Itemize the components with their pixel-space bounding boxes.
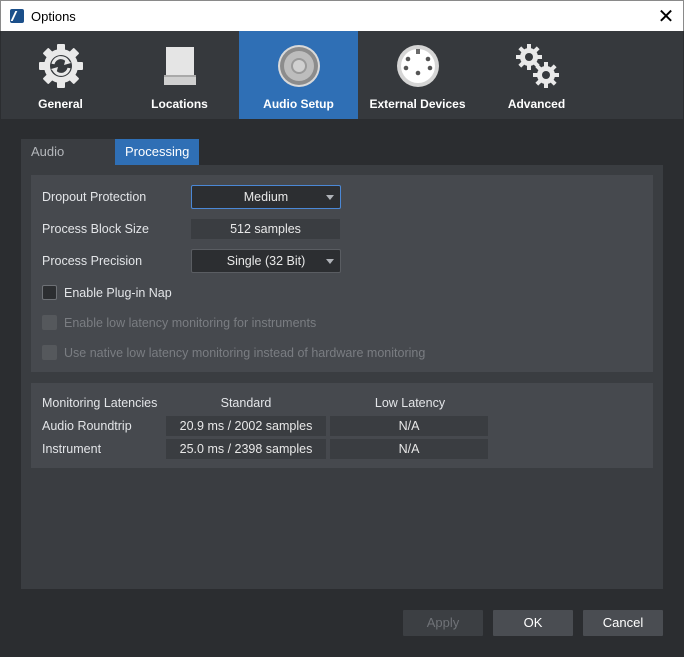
instrument-label: Instrument [42, 442, 102, 456]
chevron-down-icon [326, 195, 334, 200]
options-content: Audio Device Processing Dropout Protecti… [1, 119, 683, 656]
subtab-processing[interactable]: Processing [115, 139, 199, 165]
block-size-label: Process Block Size [42, 222, 149, 236]
low-latency-instruments-label: Enable low latency monitoring for instru… [64, 316, 317, 330]
low-latency-instruments-checkbox[interactable] [42, 315, 57, 330]
close-button[interactable]: ✕ [649, 1, 683, 31]
tab-external-devices-label: External Devices [369, 97, 466, 111]
audio-roundtrip-standard: 20.9 ms / 2002 samples [166, 416, 326, 436]
tab-audio-setup-label: Audio Setup [263, 97, 334, 111]
standard-column-header: Standard [220, 396, 272, 410]
title-bar: Options ✕ [0, 0, 684, 31]
gear-refresh-icon [38, 44, 83, 88]
app-logo-icon [10, 9, 24, 23]
low-latency-column-header: Low Latency [374, 396, 446, 410]
dropout-protection-dropdown[interactable]: Medium [191, 185, 341, 209]
tab-audio-setup[interactable]: Audio Setup [239, 31, 358, 119]
midi-connector-icon [396, 45, 439, 87]
tab-advanced[interactable]: Advanced [477, 31, 596, 119]
monitoring-latencies-section: Monitoring Latencies Standard Low Latenc… [31, 383, 653, 468]
process-precision-value: Single (32 Bit) [226, 254, 306, 268]
cancel-button[interactable]: Cancel [583, 610, 663, 636]
window-title: Options [31, 9, 76, 24]
ok-button[interactable]: OK [493, 610, 573, 636]
chevron-down-icon [326, 259, 334, 264]
processing-panel: Dropout Protection Medium Process Block … [21, 165, 663, 589]
apply-button[interactable]: Apply [403, 610, 483, 636]
tab-external-devices[interactable]: External Devices [358, 31, 477, 119]
process-precision-dropdown[interactable]: Single (32 Bit) [191, 249, 341, 273]
subtab-audio-device[interactable]: Audio Device [21, 139, 115, 185]
audio-roundtrip-low: N/A [330, 416, 488, 436]
instrument-standard: 25.0 ms / 2398 samples [166, 439, 326, 459]
tab-general-label: General [38, 97, 83, 111]
tab-locations-label: Locations [151, 97, 208, 111]
process-precision-label: Process Precision [42, 254, 143, 268]
dropout-protection-value: Medium [243, 190, 289, 204]
tab-advanced-label: Advanced [507, 97, 566, 111]
options-category-nav: General Locations Audio Setup External D… [1, 31, 683, 119]
plugin-nap-checkbox[interactable] [42, 285, 57, 300]
dropout-protection-label: Dropout Protection [42, 190, 147, 204]
tab-general[interactable]: General [1, 31, 120, 119]
block-size-value: 512 samples [191, 219, 340, 239]
tab-locations[interactable]: Locations [120, 31, 239, 119]
speaker-icon [277, 45, 320, 87]
processing-settings-section: Dropout Protection Medium Process Block … [31, 175, 653, 372]
native-low-latency-checkbox[interactable] [42, 345, 57, 360]
drive-icon [163, 47, 196, 85]
plugin-nap-label: Enable Plug-in Nap [64, 286, 172, 300]
audio-roundtrip-label: Audio Roundtrip [42, 419, 132, 433]
native-low-latency-label: Use native low latency monitoring instea… [64, 346, 426, 360]
monitoring-latencies-title: Monitoring Latencies [42, 396, 158, 410]
gears-icon [515, 44, 559, 88]
instrument-low: N/A [330, 439, 488, 459]
